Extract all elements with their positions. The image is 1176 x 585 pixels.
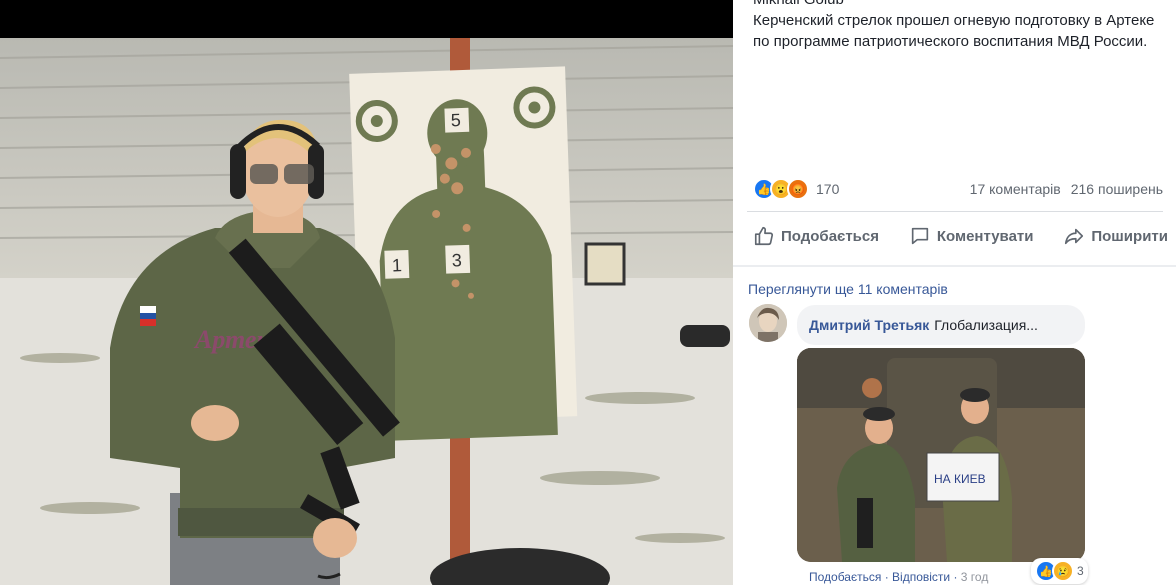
footer-separator: · [950, 570, 961, 584]
comment-button[interactable]: Коментувати [909, 225, 1034, 247]
comment-bubble: Дмитрий Третьяк Глобализация... [797, 305, 1085, 345]
comment-image[interactable]: НА КИЕВ [797, 348, 1085, 562]
comment-image-picture: НА КИЕВ [797, 348, 1085, 562]
comment-icon [911, 227, 929, 245]
thumbs-up-icon [754, 226, 774, 246]
divider [747, 211, 1163, 212]
post-author[interactable]: Mikhail Golub [753, 0, 844, 8]
sad-icon: 😢 [1052, 560, 1074, 582]
comment-reactions-count: 3 [1077, 564, 1084, 578]
commenter-name[interactable]: Дмитрий Третьяк [809, 317, 929, 333]
footer-separator: · [881, 570, 893, 584]
share-label: Поширити [1091, 227, 1168, 245]
shares-count[interactable]: 216 поширень [1071, 181, 1163, 197]
avatar[interactable] [749, 304, 787, 342]
post-photo-image: 1 3 5 Артек [0, 38, 733, 585]
avatar-image [749, 304, 787, 342]
target-number-5: 5 [450, 110, 461, 130]
post-caption: Керченский стрелок прошел огневую подгот… [753, 12, 1155, 50]
share-icon [1065, 228, 1084, 245]
post-sidebar: Mikhail Golub Керченский стрелок прошел … [733, 0, 1176, 585]
divider [733, 265, 1176, 267]
comment-text: Глобализация... [934, 317, 1038, 333]
angry-icon[interactable]: 😡 [787, 178, 809, 200]
share-button[interactable]: Поширити [1063, 225, 1168, 247]
photo-top-bar [0, 0, 733, 38]
post-photo[interactable]: 1 3 5 Артек [0, 38, 733, 585]
comment-reply-link[interactable]: Відповісти [892, 570, 950, 584]
post-stats: 👍 😮 😡 170 17 коментарів 216 поширень [753, 177, 1163, 201]
comments-count[interactable]: 17 коментарів [970, 181, 1061, 197]
comment-label: Коментувати [936, 227, 1034, 245]
view-more-comments-link[interactable]: Переглянути ще 11 коментарів [748, 281, 948, 297]
sign-text: НА КИЕВ [934, 472, 986, 486]
like-label: Подобається [781, 227, 879, 245]
target-number-1: 1 [392, 255, 403, 275]
post-actions: Подобається Коментувати Поширити [753, 225, 1168, 247]
target-number-3: 3 [451, 250, 462, 270]
like-button[interactable]: Подобається [753, 225, 879, 247]
reactions-count[interactable]: 170 [816, 181, 839, 197]
comment-reactions[interactable]: 👍 😢 3 [1031, 558, 1088, 584]
comment-like-link[interactable]: Подобається [809, 570, 881, 584]
comment-footer: Подобається · Відповісти · 3 год [809, 570, 988, 584]
comment-time[interactable]: 3 год [961, 570, 989, 584]
